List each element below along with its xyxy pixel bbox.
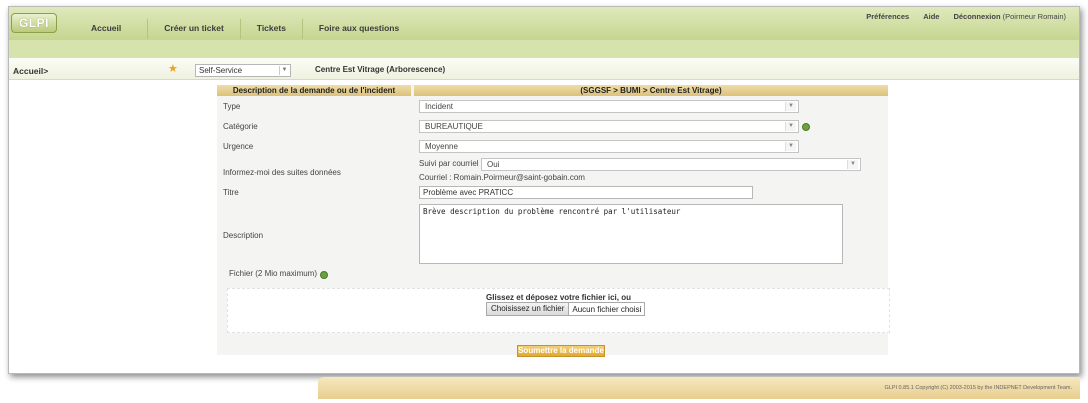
breadcrumb-home[interactable]: Accueil> <box>13 66 48 76</box>
submit-button[interactable]: Soumettre la demande <box>517 345 605 357</box>
glpi-window: GLPI Accueil Créer un ticket Tickets Foi… <box>8 6 1080 374</box>
logo-text: GLPI <box>19 16 50 30</box>
urgency-select[interactable]: Moyenne ▼ <box>419 140 799 153</box>
description-label: Description <box>223 231 264 240</box>
type-select[interactable]: Incident ▼ <box>419 100 799 113</box>
type-value: Incident <box>425 102 454 111</box>
entity-select[interactable]: Self-Service ▼ <box>195 64 291 77</box>
glpi-logo[interactable]: GLPI <box>11 13 57 33</box>
user-name: (Poirmeur Romain) <box>1002 12 1066 21</box>
logout-link[interactable]: Déconnexion (Poirmeur Romain) <box>946 12 1073 21</box>
star-icon[interactable]: ★ <box>168 62 178 75</box>
form-header: Description de la demande ou de l'incide… <box>217 85 888 96</box>
logout-label: Déconnexion <box>953 12 1001 21</box>
form-header-left: Description de la demande ou de l'incide… <box>217 85 411 96</box>
category-select[interactable]: BUREAUTIQUE ▼ <box>419 120 799 133</box>
entity-select-value: Self-Service <box>199 66 243 75</box>
category-label: Catégorie <box>223 122 258 131</box>
followup-mail-label: Suivi par courriel <box>419 159 479 168</box>
menu-create-ticket[interactable]: Créer un ticket <box>147 19 240 39</box>
description-textarea[interactable]: Brève description du problème rencontré … <box>419 204 843 264</box>
sub-menu-bar <box>9 40 1079 58</box>
chevron-down-icon: ▼ <box>785 102 796 111</box>
form-header-right: (SGGSF > BUMI > Centre Est Vitrage) <box>414 85 888 96</box>
chevron-down-icon: ▼ <box>279 66 289 75</box>
type-label: Type <box>223 102 241 111</box>
preferences-link[interactable]: Préférences <box>859 12 916 21</box>
file-label: Fichier (2 Mio maximum) <box>229 269 318 278</box>
file-dropzone[interactable]: Glissez et déposez votre fichier ici, ou… <box>227 288 890 333</box>
menu-faq[interactable]: Foire aux questions <box>301 19 415 39</box>
add-file-icon[interactable] <box>320 271 328 279</box>
title-label: Titre <box>223 188 239 197</box>
chevron-down-icon: ▼ <box>785 122 796 131</box>
menu-tickets[interactable]: Tickets <box>239 19 302 39</box>
dropzone-text: Glissez et déposez votre fichier ici, ou <box>486 293 631 302</box>
followup-mail-select[interactable]: Oui ▼ <box>481 158 861 171</box>
chevron-down-icon: ▼ <box>847 160 858 169</box>
top-header: GLPI Accueil Créer un ticket Tickets Foi… <box>9 7 1079 40</box>
file-picker[interactable]: Choisissez un fichier Aucun fichier choi… <box>486 302 646 316</box>
user-links: Préférences Aide Déconnexion (Poirmeur R… <box>859 12 1073 21</box>
breadcrumb: Accueil> ★ Self-Service ▼ Centre Est Vit… <box>9 58 1079 80</box>
urgency-value: Moyenne <box>425 142 458 151</box>
followup-label: Informez-moi des suites données <box>223 168 341 177</box>
footer: GLPI 0.85.1 Copyright (C) 2003-2015 by t… <box>318 377 1080 399</box>
title-input[interactable]: Problème avec PRATICC <box>419 186 753 199</box>
menu-home[interactable]: Accueil <box>69 19 147 39</box>
help-link[interactable]: Aide <box>916 12 946 21</box>
chevron-down-icon: ▼ <box>785 142 796 151</box>
no-file-text: Aucun fichier choisi <box>572 304 642 314</box>
choose-file-button[interactable]: Choisissez un fichier <box>487 303 570 315</box>
current-entity: Centre Est Vitrage (Arborescence) <box>315 65 446 74</box>
category-value: BUREAUTIQUE <box>425 122 483 131</box>
followup-email: Courriel : Romain.Poirmeur@saint-gobain.… <box>419 173 585 182</box>
main-menu: Accueil Créer un ticket Tickets Foire au… <box>69 19 415 39</box>
followup-mail-value: Oui <box>487 160 500 169</box>
ticket-form: Description de la demande ou de l'incide… <box>217 85 890 357</box>
copyright-text: GLPI 0.85.1 Copyright (C) 2003-2015 by t… <box>884 385 1072 391</box>
urgency-label: Urgence <box>223 142 254 151</box>
add-category-icon[interactable] <box>802 123 810 131</box>
